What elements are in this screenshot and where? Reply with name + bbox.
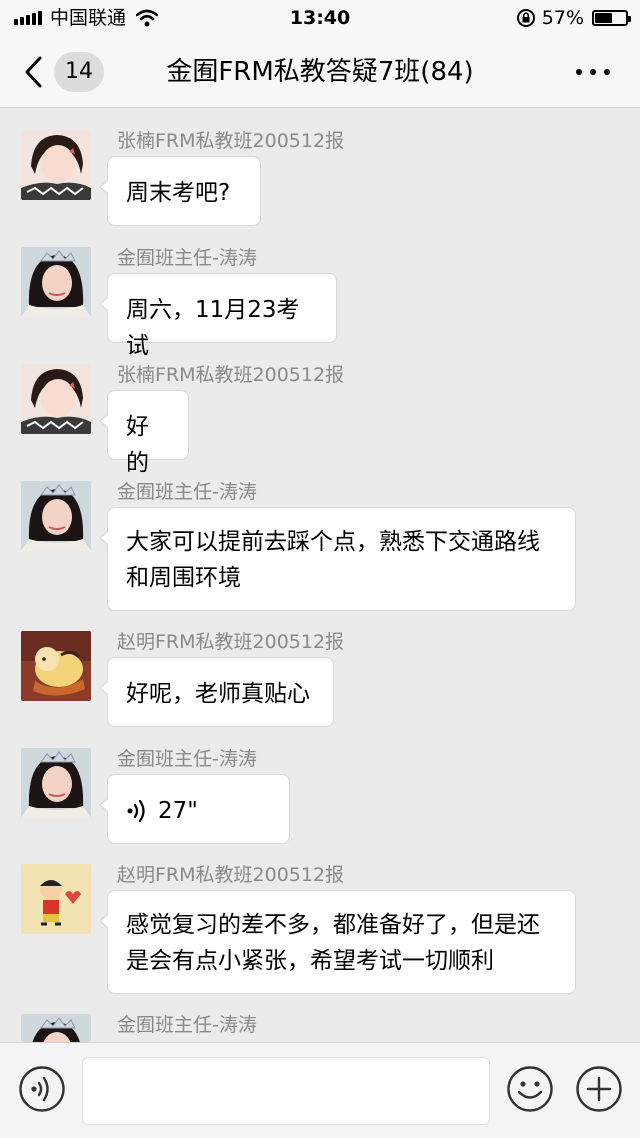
avatar[interactable] — [21, 864, 91, 934]
avatar[interactable] — [21, 631, 91, 701]
avatar[interactable] — [21, 247, 91, 317]
chat-screen: 中国联通 13:40 57% 14 金囿FRM私教答疑7班(84) 张楠FRM私… — [0, 0, 640, 1138]
message-row: 赵明FRM私教班200512报 感觉复习的差不多，都准备好了，但是还 是会有点小… — [0, 864, 640, 999]
voice-mode-icon[interactable] — [18, 1065, 66, 1113]
message-text-line: 感觉复习的差不多，都准备好了，但是还 — [126, 912, 540, 938]
status-right: 57% — [516, 6, 631, 30]
input-bar — [0, 1042, 640, 1138]
message-text: 周六，11月23考试 — [126, 297, 300, 359]
avatar-girl-2 — [21, 481, 91, 551]
unread-count-badge: 14 — [54, 52, 104, 92]
message-bubble[interactable]: 好呢，老师真贴心 — [99, 657, 334, 727]
sender-name: 赵明FRM私教班200512报 — [117, 631, 345, 653]
sender-name: 金囿班主任-涛涛 — [117, 481, 257, 503]
avatar[interactable] — [21, 748, 91, 818]
sender-name: 金囿班主任-涛涛 — [117, 748, 257, 770]
message-text-line: 大家可以提前去踩个点，熟悉下交通路线 — [126, 529, 540, 555]
battery-fill — [595, 13, 612, 23]
avatar[interactable] — [21, 481, 91, 551]
message-row: 金囿班主任-涛涛 27" — [0, 748, 640, 848]
battery-icon — [592, 10, 631, 26]
message-row: 赵明FRM私教班200512报 好呢，老师真贴心 — [0, 631, 640, 731]
back-button[interactable]: 14 — [22, 52, 112, 92]
message-text-line: 和周围环境 — [126, 565, 241, 591]
avatar-cartoon-2 — [21, 864, 91, 934]
chat-title: 金囿FRM私教答疑7班(84) — [166, 57, 474, 87]
message-row: 张楠FRM私教班200512报 周末考吧? — [0, 130, 640, 230]
message-row: 金囿班主任-涛涛 大家可以提前去踩个点，熟悉下交通路线 和周围环境 — [0, 481, 640, 616]
message-row-partial: 金囿班主任-涛涛 — [0, 1014, 640, 1042]
message-text: 好的 — [126, 414, 149, 476]
message-bubble[interactable]: 周末考吧? — [99, 156, 261, 226]
message-row: 张楠FRM私教班200512报 好的 — [0, 364, 640, 476]
nav-bar: 14 金囿FRM私教答疑7班(84) — [0, 36, 640, 108]
avatar-girl-1 — [21, 364, 91, 434]
message-bubble[interactable]: 周六，11月23考试 — [99, 273, 337, 359]
more-dots-icon[interactable] — [576, 66, 610, 78]
message-text: 好呢，老师真贴心 — [126, 681, 310, 707]
avatar-girl-2 — [21, 748, 91, 818]
status-bar: 中国联通 13:40 57% — [0, 0, 640, 36]
battery-percent: 57% — [541, 7, 584, 29]
avatar[interactable] — [21, 1014, 91, 1042]
message-bubble[interactable]: 好的 — [99, 390, 189, 476]
avatar[interactable] — [21, 130, 91, 200]
message-text-line: 是会有点小紧张，希望考试一切顺利 — [126, 948, 494, 974]
message-row: 金囿班主任-涛涛 周六，11月23考试 — [0, 247, 640, 359]
message-input[interactable] — [82, 1057, 490, 1125]
chevron-left-icon — [25, 56, 42, 88]
sender-name: 金囿班主任-涛涛 — [117, 1014, 257, 1036]
avatar[interactable] — [21, 364, 91, 434]
message-bubble[interactable]: 大家可以提前去踩个点，熟悉下交通路线 和周围环境 — [99, 507, 576, 611]
avatar-girl-1 — [21, 130, 91, 200]
voice-duration: 27" — [158, 798, 198, 824]
sender-name: 金囿班主任-涛涛 — [117, 247, 257, 269]
avatar-girl-2 — [21, 247, 91, 317]
sender-name: 张楠FRM私教班200512报 — [117, 130, 345, 152]
message-text: 周末考吧? — [126, 180, 231, 206]
avatar-girl-2 — [21, 1014, 91, 1042]
emoji-icon[interactable] — [506, 1065, 554, 1113]
rotation-lock-icon — [516, 9, 535, 27]
sender-name: 赵明FRM私教班200512报 — [117, 864, 345, 886]
voice-wave-icon — [127, 799, 145, 823]
plus-icon[interactable] — [575, 1065, 623, 1113]
sender-name: 张楠FRM私教班200512报 — [117, 364, 345, 386]
message-bubble[interactable]: 感觉复习的差不多，都准备好了，但是还 是会有点小紧张，希望考试一切顺利 — [99, 890, 576, 994]
voice-message-bubble[interactable]: 27" — [99, 774, 290, 844]
avatar-cartoon-1 — [21, 631, 91, 701]
